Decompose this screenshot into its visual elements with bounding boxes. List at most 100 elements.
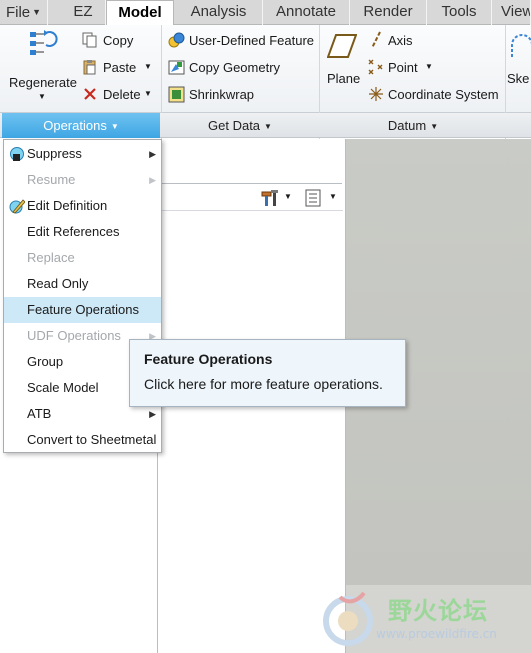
tooltip-body: Click here for more feature operations. bbox=[144, 376, 383, 392]
shrinkwrap-button[interactable]: Shrinkwrap bbox=[168, 85, 318, 105]
menu-item-read-only[interactable]: Read Only bbox=[4, 271, 161, 297]
datum-group-label: Datum bbox=[387, 118, 427, 133]
menu-item-label: Convert to Sheetmetal bbox=[27, 432, 157, 447]
axis-label: Axis bbox=[388, 33, 413, 48]
chevron-down-icon: ▼ bbox=[144, 62, 152, 71]
chevron-down-icon: ▼ bbox=[38, 92, 46, 101]
regenerate-button[interactable]: Regenerate ▼ bbox=[4, 29, 78, 109]
watermark: 野火论坛 www.proewildfire.cn bbox=[318, 585, 531, 653]
chevron-down-icon: ▼ bbox=[264, 122, 272, 131]
tab-view[interactable]: View bbox=[493, 0, 531, 25]
ribbon-panel: Regenerate ▼ Copy Paste ▼ Delete ▼ User- bbox=[0, 25, 531, 140]
menu-item-edit-references[interactable]: Edit References bbox=[4, 219, 161, 245]
edit-definition-icon bbox=[9, 199, 25, 214]
shrinkwrap-icon bbox=[168, 86, 185, 103]
tab-analysis[interactable]: Analysis bbox=[175, 0, 263, 25]
submenu-arrow-icon: ▶ bbox=[149, 175, 156, 185]
menu-item-replace[interactable]: Replace bbox=[4, 245, 161, 271]
menu-item-label: Edit Definition bbox=[27, 198, 108, 213]
tree-show-button[interactable]: ▼ bbox=[305, 188, 339, 208]
list-icon bbox=[305, 189, 321, 207]
plane-icon bbox=[327, 34, 357, 58]
suppress-icon bbox=[10, 147, 24, 161]
user-defined-feature-icon bbox=[168, 32, 185, 48]
tab-annotate[interactable]: Annotate bbox=[263, 0, 350, 25]
regenerate-label: Regenerate bbox=[9, 75, 77, 90]
coordinate-system-label: Coordinate System bbox=[388, 87, 499, 102]
axis-icon bbox=[371, 31, 381, 49]
menu-item-label: Suppress bbox=[27, 146, 82, 161]
user-defined-feature-label: User-Defined Feature bbox=[189, 33, 314, 48]
plane-button[interactable]: Plane bbox=[324, 29, 364, 109]
menu-item-convert-to-sheetmetal[interactable]: Convert to Sheetmetal bbox=[4, 427, 161, 453]
chevron-down-icon: ▼ bbox=[110, 122, 119, 131]
copy-geometry-button[interactable]: Copy Geometry bbox=[168, 58, 318, 78]
copy-label: Copy bbox=[103, 33, 134, 48]
tab-file-label: File bbox=[5, 4, 31, 21]
menu-item-label: ATB bbox=[27, 406, 52, 421]
watermark-url: www.proewildfire.cn bbox=[376, 627, 497, 641]
ribbon-group-row: Operations ▼ Get Data ▼ Datum ▼ bbox=[0, 113, 531, 138]
menu-item-edit-definition[interactable]: Edit Definition bbox=[4, 193, 161, 219]
model-tree-panel: ▼ ▼ bbox=[157, 183, 343, 653]
get-data-group-button[interactable]: Get Data ▼ bbox=[161, 113, 319, 138]
plane-label: Plane bbox=[327, 71, 361, 86]
tab-model-label: Model bbox=[118, 4, 162, 21]
operations-group-button[interactable]: Operations ▼ bbox=[2, 113, 160, 138]
tab-tools[interactable]: Tools bbox=[427, 0, 492, 25]
chevron-down-icon: ▼ bbox=[144, 89, 152, 98]
menu-item-feature-operations[interactable]: Feature Operations bbox=[4, 297, 161, 323]
delete-label: Delete bbox=[103, 87, 141, 102]
tab-annotate-label: Annotate bbox=[275, 3, 337, 20]
axis-button[interactable]: Axis bbox=[368, 31, 428, 51]
menu-item-label: Group bbox=[27, 354, 64, 369]
copy-button[interactable]: Copy bbox=[82, 31, 157, 51]
delete-x-icon bbox=[84, 88, 96, 100]
datum-group-button[interactable]: Datum ▼ bbox=[320, 113, 506, 138]
point-icon bbox=[368, 59, 383, 75]
regenerate-icon bbox=[30, 30, 58, 55]
tab-render-label: Render bbox=[363, 3, 413, 20]
menu-item-label: UDF Operations bbox=[27, 328, 121, 343]
tab-render[interactable]: Render bbox=[350, 0, 427, 25]
ribbon-tab-bar: File ▼ EZ Model Analysis Annotate Render … bbox=[0, 0, 531, 26]
copy-geometry-icon bbox=[168, 60, 185, 75]
tab-ez[interactable]: EZ bbox=[61, 0, 106, 25]
paste-button[interactable]: Paste ▼ bbox=[82, 58, 157, 78]
feature-operations-tooltip: Feature Operations Click here for more f… bbox=[129, 339, 406, 407]
tab-model[interactable]: Model bbox=[106, 0, 174, 26]
delete-button[interactable]: Delete ▼ bbox=[82, 85, 157, 105]
chevron-down-icon: ▼ bbox=[32, 7, 42, 17]
tab-file[interactable]: File ▼ bbox=[0, 0, 48, 25]
model-tree-toolbar: ▼ ▼ bbox=[158, 184, 343, 211]
menu-item-label: Replace bbox=[27, 250, 75, 265]
point-button[interactable]: Point ▼ bbox=[368, 58, 438, 78]
menu-item-label: Feature Operations bbox=[27, 302, 140, 317]
paste-label: Paste bbox=[103, 60, 137, 75]
user-defined-feature-button[interactable]: User-Defined Feature bbox=[168, 31, 318, 51]
tree-settings-button[interactable]: ▼ bbox=[261, 188, 292, 208]
paste-icon bbox=[83, 60, 96, 75]
menu-item-label: Read Only bbox=[27, 276, 89, 291]
chevron-down-icon: ▼ bbox=[284, 192, 292, 201]
chevron-down-icon: ▼ bbox=[430, 122, 439, 131]
tab-analysis-label: Analysis bbox=[190, 3, 247, 20]
menu-item-label: Scale Model bbox=[27, 380, 99, 395]
chevron-down-icon: ▼ bbox=[425, 62, 433, 71]
menu-item-label: Resume bbox=[27, 172, 76, 187]
shrinkwrap-label: Shrinkwrap bbox=[189, 87, 255, 102]
get-data-group-label: Get Data bbox=[208, 118, 261, 133]
coordinate-system-button[interactable]: Coordinate System bbox=[368, 85, 503, 105]
copy-geometry-label: Copy Geometry bbox=[189, 60, 281, 75]
watermark-brand: 野火论坛 bbox=[388, 597, 488, 625]
chevron-down-icon: ▼ bbox=[329, 192, 337, 201]
menu-item-label: Edit References bbox=[27, 224, 120, 239]
menu-item-resume[interactable]: Resume ▶ bbox=[4, 167, 161, 193]
sketch-button[interactable]: Ske bbox=[506, 29, 531, 109]
tools-icon bbox=[261, 190, 278, 206]
point-label: Point bbox=[388, 60, 418, 75]
tab-view-label: View bbox=[501, 3, 531, 20]
menu-item-suppress[interactable]: Suppress ▶ bbox=[4, 141, 161, 167]
coordinate-system-icon bbox=[369, 87, 383, 101]
operations-group-label: Operations bbox=[43, 118, 107, 133]
